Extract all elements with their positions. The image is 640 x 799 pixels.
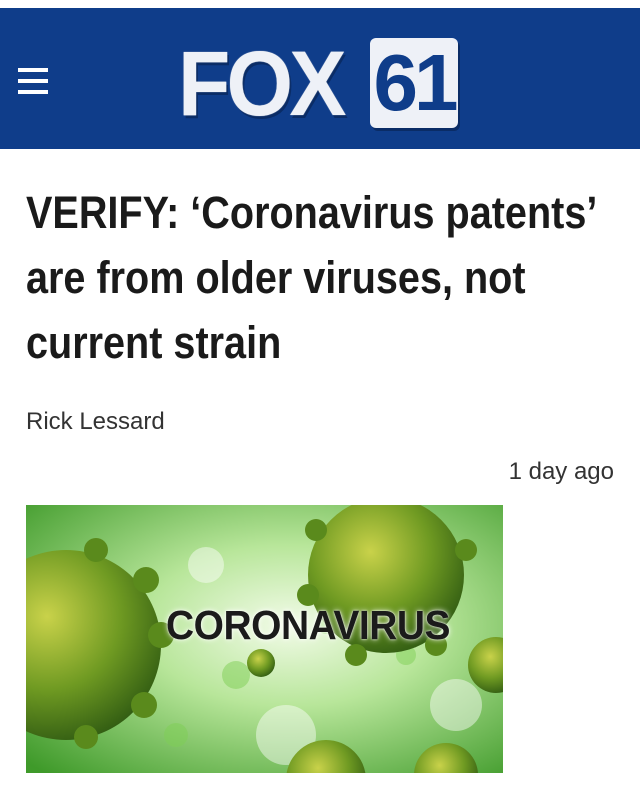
- article-author[interactable]: Rick Lessard: [26, 408, 165, 436]
- fox61-logo[interactable]: FOX 61: [178, 34, 463, 134]
- site-header: FOX 61: [0, 8, 640, 149]
- hamburger-menu-icon[interactable]: [18, 65, 48, 97]
- article-timestamp: 1 day ago: [508, 458, 614, 485]
- logo-text: FOX: [178, 33, 346, 135]
- logo-number-badge: 61: [370, 38, 458, 128]
- article-hero-image[interactable]: CORONAVIRUS: [26, 505, 503, 773]
- status-strip: [0, 0, 640, 8]
- article-headline: VERIFY: ‘Coronavirus patents’ are from o…: [26, 187, 596, 368]
- logo-number: 61: [373, 38, 459, 127]
- hero-image-caption: CORONAVIRUS: [166, 602, 451, 648]
